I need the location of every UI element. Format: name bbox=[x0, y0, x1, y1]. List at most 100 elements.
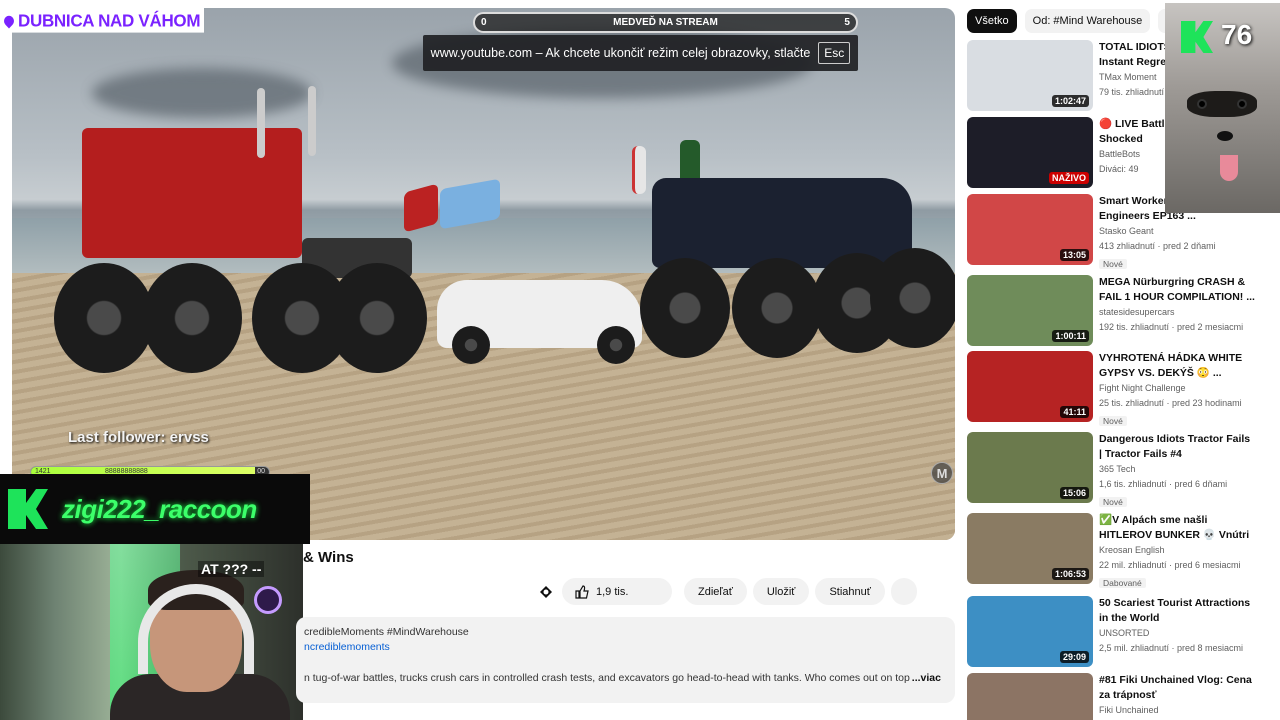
viewer-count: 76 bbox=[1221, 19, 1253, 50]
rec-channel[interactable]: UNSORTED bbox=[1099, 626, 1255, 641]
raccoon-overlay: 76 bbox=[1165, 3, 1280, 213]
thumbs-up-icon bbox=[575, 584, 589, 599]
video-thumbnail[interactable]: 29:09 bbox=[967, 596, 1093, 667]
rec-title[interactable]: VYHROTENÁ HÁDKA WHITE GYPSY VS. DEKÝŠ 😳 … bbox=[1099, 351, 1255, 381]
video-duration: 1:02:47 bbox=[1051, 95, 1089, 107]
recommendation-item[interactable]: 29:09 50 Scariest Tourist Attractions in… bbox=[967, 596, 1267, 668]
video-duration: 1:06:53 bbox=[1051, 568, 1089, 580]
flag bbox=[632, 146, 646, 194]
red-monster-truck bbox=[82, 128, 302, 258]
description-text: n tug-of-war battles, trucks crush cars … bbox=[304, 672, 910, 684]
recommendation-item[interactable]: 1:06:53 ✅V Alpách sme našli HITLEROV BUN… bbox=[967, 513, 1267, 588]
stream-bar-label: MEDVEĎ NA STREAM bbox=[613, 17, 718, 28]
truck-wheel bbox=[870, 248, 955, 348]
sky-cloud bbox=[92, 68, 312, 118]
like-count: 1,9 tis. bbox=[596, 585, 629, 598]
video-player[interactable]: Last follower: ervss 1421 88888888888 00… bbox=[12, 8, 955, 540]
video-thumbnail[interactable]: 41:11 bbox=[967, 351, 1093, 422]
new-badge: Nové bbox=[1099, 259, 1127, 269]
rec-channel[interactable]: 365 Tech bbox=[1099, 462, 1255, 477]
video-thumbnail[interactable]: 1:02:47 bbox=[967, 40, 1093, 111]
rec-channel[interactable]: Stasko Geant bbox=[1099, 224, 1255, 239]
last-follower-text: Last follower: ervss bbox=[68, 429, 209, 446]
exhaust-pipe bbox=[257, 88, 265, 158]
new-badge: Nové bbox=[1099, 497, 1127, 507]
live-badge: NAŽIVO bbox=[1048, 172, 1089, 184]
rec-title[interactable]: 50 Scariest Tourist Attractions in the W… bbox=[1099, 596, 1255, 626]
recommendation-item[interactable]: 41:11 VYHROTENÁ HÁDKA WHITE GYPSY VS. DE… bbox=[967, 351, 1267, 426]
download-button[interactable]: Stiahnuť bbox=[815, 578, 885, 605]
truck-wheel bbox=[327, 263, 427, 373]
channel-watermark[interactable]: M bbox=[931, 462, 953, 484]
purple-emblem-icon bbox=[254, 586, 282, 614]
recommendation-item[interactable]: 1:00:11 MEGA Nürburgring CRASH & FAIL 1 … bbox=[967, 275, 1267, 347]
video-thumbnail[interactable]: 15:06 bbox=[967, 432, 1093, 503]
rec-channel[interactable]: statesidesupercars bbox=[1099, 305, 1255, 320]
truck-wheel bbox=[142, 263, 242, 373]
recommendation-item[interactable]: #81 Fiki Unchained Vlog: Cena za trápnos… bbox=[967, 673, 1267, 720]
raccoon-nose bbox=[1217, 131, 1233, 141]
kick-logo-icon bbox=[8, 489, 48, 529]
streamer-name: zigi222_raccoon bbox=[62, 493, 257, 524]
kick-logo-icon bbox=[1181, 21, 1213, 53]
raccoon-tongue bbox=[1220, 155, 1238, 181]
filter-chips: Všetko Od: #Mind Warehouse F bbox=[967, 9, 1182, 33]
location-label: DUBNICA NAD VÁHOM bbox=[0, 7, 205, 33]
video-duration: 41:11 bbox=[1060, 406, 1089, 418]
filter-all[interactable]: Všetko bbox=[967, 9, 1017, 33]
fullscreen-banner-text: www.youtube.com – Ak chcete ukončiť reži… bbox=[430, 46, 811, 60]
description-hashtags: credibleMoments #MindWarehouse bbox=[304, 626, 469, 638]
black-monster-truck bbox=[652, 178, 912, 268]
video-actions: 1,9 tis. Zdieľať Uložiť Stiahnuť bbox=[536, 578, 917, 605]
description-link[interactable]: ncrediblemoments bbox=[304, 641, 947, 653]
video-thumbnail[interactable]: 13:05 bbox=[967, 194, 1093, 265]
truck-wheel bbox=[732, 258, 822, 358]
filter-channel[interactable]: Od: #Mind Warehouse bbox=[1024, 9, 1151, 33]
video-thumbnail[interactable]: 1:06:53 bbox=[967, 513, 1093, 584]
streamer-name-box: zigi222_raccoon bbox=[0, 474, 310, 544]
video-title: & Wins bbox=[303, 549, 354, 566]
rec-channel[interactable]: Fiki Unchained bbox=[1099, 703, 1255, 718]
show-more-link[interactable]: ...viac bbox=[909, 672, 941, 684]
dubbed-badge: Dabované bbox=[1099, 578, 1146, 588]
truck-wheel bbox=[54, 263, 154, 373]
video-duration: 29:09 bbox=[1059, 651, 1089, 663]
fullscreen-exit-banner: www.youtube.com – Ak chcete ukončiť reži… bbox=[423, 35, 858, 71]
location-text: DUBNICA NAD VÁHOM bbox=[18, 10, 201, 31]
rec-meta: 22 mil. zhliadnutí · pred 6 mesiacmi bbox=[1099, 560, 1241, 570]
rec-title[interactable]: ✅V Alpách sme našli HITLEROV BUNKER 💀 Vn… bbox=[1099, 513, 1255, 543]
rec-meta: 2,5 mil. zhliadnutí · pred 8 mesiacmi bbox=[1099, 643, 1244, 653]
like-button[interactable]: 1,9 tis. bbox=[562, 578, 672, 605]
video-thumbnail[interactable] bbox=[967, 673, 1093, 720]
rec-meta: 25 tis. zhliadnutí · pred 23 hodinami bbox=[1099, 398, 1242, 408]
video-thumbnail[interactable]: 1:00:11 bbox=[967, 275, 1093, 346]
rec-channel[interactable]: Kreosan English bbox=[1099, 543, 1255, 558]
truck-wheel bbox=[640, 258, 730, 358]
save-button[interactable]: Uložiť bbox=[752, 578, 810, 605]
stream-bar-right: 5 bbox=[844, 17, 850, 28]
stream-goal-bar: 0 MEDVEĎ NA STREAM 5 bbox=[473, 12, 858, 33]
clip-icon[interactable] bbox=[536, 582, 556, 602]
new-badge: Nové bbox=[1099, 416, 1127, 426]
rec-meta: 413 zhliadnutí · pred 2 dňami bbox=[1099, 241, 1216, 251]
rec-title[interactable]: MEGA Nürburgring CRASH & FAIL 1 HOUR COM… bbox=[1099, 275, 1255, 305]
video-duration: 15:06 bbox=[1059, 487, 1089, 499]
video-thumbnail[interactable]: NAŽIVO bbox=[967, 117, 1093, 188]
raccoon-eye bbox=[1197, 99, 1207, 109]
esc-key: Esc bbox=[818, 42, 851, 64]
webcam-feed: AT ??? -- bbox=[0, 544, 303, 720]
rec-title[interactable]: #81 Fiki Unchained Vlog: Cena za trápnos… bbox=[1099, 673, 1255, 703]
exhaust-pipe bbox=[308, 86, 316, 156]
rec-meta: 1,6 tis. zhliadnutí · pred 6 dňami bbox=[1099, 479, 1228, 489]
share-button[interactable]: Zdieľať bbox=[684, 578, 747, 605]
cam-sign-text: AT ??? -- bbox=[198, 561, 265, 577]
rec-channel[interactable]: Fight Night Challenge bbox=[1099, 381, 1255, 396]
recommendation-item[interactable]: 15:06 Dangerous Idiots Tractor Fails | T… bbox=[967, 432, 1267, 507]
more-actions-button[interactable] bbox=[890, 578, 917, 605]
video-duration: 13:05 bbox=[1059, 249, 1089, 261]
rec-title[interactable]: Dangerous Idiots Tractor Fails | Tractor… bbox=[1099, 432, 1255, 462]
description-box[interactable]: credibleMoments #MindWarehouse ncredible… bbox=[296, 617, 955, 703]
rec-meta: 192 tis. zhliadnutí · pred 2 mesiacmi bbox=[1099, 322, 1244, 332]
car-wheel bbox=[452, 326, 490, 364]
fullscreen-youtube-page: Last follower: ervss 1421 88888888888 00… bbox=[0, 0, 1280, 720]
